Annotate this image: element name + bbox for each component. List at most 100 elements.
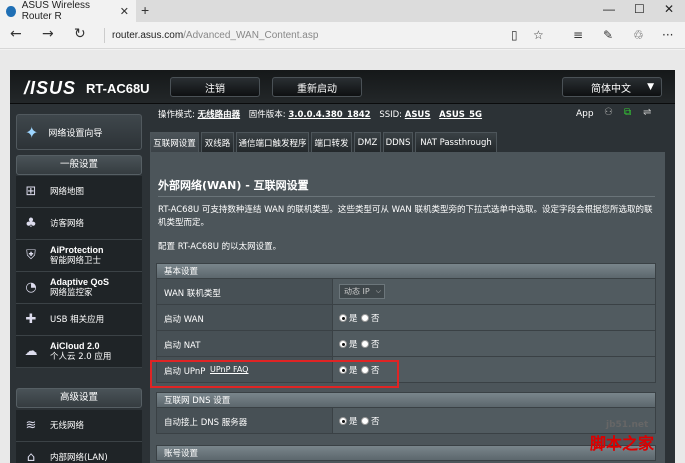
title-divider [158,196,655,197]
maximize-icon[interactable]: ☐ [634,2,645,16]
hub-menu-icon[interactable]: ≡ [573,28,583,42]
minimize-icon[interactable]: — [603,2,615,16]
forward-icon[interactable]: → [42,26,54,42]
usb-icon: ✚ [25,312,37,327]
status-line: 操作模式: 无线路由器 固件版本: 3.0.0.4.380_1842 SSID:… [158,110,483,120]
url-field[interactable]: router.asus.com/Advanced_WAN_Content.asp [112,30,318,41]
new-tab-button[interactable]: + [141,2,149,18]
aiprotection-icon: ⛨ [26,248,36,263]
browser-tab[interactable]: ASUS Wireless Router R ✕ [0,0,136,22]
auto-dns-yes-radio[interactable]: 是 [339,415,358,427]
operation-mode-link[interactable]: 无线路由器 [198,110,241,120]
table-row: 启动 WAN 是 否 [156,305,656,331]
basic-settings-header: 基本设置 [156,263,656,279]
guest-network-icon: ♣ [25,216,37,231]
favorite-star-icon[interactable]: ☆ [533,28,544,42]
tab-close-icon[interactable]: ✕ [120,5,129,18]
model-name: RT-AC68U [86,81,150,96]
url-path: /Advanced_WAN_Content.asp [183,30,319,41]
wireless-icon: ≋ [25,418,37,433]
auto-dns-no-radio[interactable]: 否 [361,415,380,427]
menu-item-label: Adaptive QoS 网络监控家 [50,277,110,298]
table-row: 自动接上 DNS 服务器 是 否 [156,408,656,434]
more-icon[interactable]: ··· [662,28,673,42]
app-link[interactable]: App [576,109,594,119]
back-icon[interactable]: ← [10,26,22,42]
menu-item-label: 访客网络 [50,218,85,229]
qos-icon: ◔ [25,280,37,295]
chevron-down-icon: ▼ [647,82,654,92]
menu-item-lan[interactable]: ⌂ 内部网络(LAN) [16,442,142,463]
refresh-icon[interactable]: ↻ [74,26,86,42]
nat-enable-no-radio[interactable]: 否 [361,338,380,350]
wan-enable-no-radio[interactable]: 否 [361,312,380,324]
copy-status-icon[interactable]: ⧉ [624,107,631,118]
browser-tab-bar: ASUS Wireless Router R ✕ + — ☐ ✕ [0,0,685,22]
router-page: /ISUS RT-AC68U 注销 重新启动 简体中文 ▼ ✦ 网络设置向导 一… [0,50,685,463]
page-description: RT-AC68U 可支持数种连结 WAN 的联机类型。这些类型可从 WAN 联机… [158,205,653,228]
menu-item-usb[interactable]: ✚ USB 相关应用 [16,304,142,336]
web-note-icon[interactable]: ✎ [603,28,613,42]
watermark: jb51.net 脚本之家 [590,420,655,453]
advanced-settings-header: 高级设置 [16,388,142,408]
magic-wand-icon: ✦ [25,122,39,142]
tab-port-forward[interactable]: 端口转发 [311,132,352,152]
tab-internet[interactable]: 互联网设置 [150,132,199,152]
language-label: 简体中文 [591,83,631,95]
menu-item-aiprotection[interactable]: ⛨ AiProtection 智能网络卫士 [16,240,142,272]
menu-item-label: USB 相关应用 [50,314,105,325]
wan-enable-yes-radio[interactable]: 是 [339,312,358,324]
clients-icon[interactable]: ⚇ [604,107,613,118]
cloud-icon: ☁ [24,344,38,359]
menu-item-label: 内部网络(LAN) [50,452,108,463]
window-close-icon[interactable]: ✕ [664,2,674,16]
url-host: router.asus.com [112,30,184,41]
menu-item-guest-network[interactable]: ♣ 访客网络 [16,208,142,240]
menu-item-label: 网络地图 [50,186,85,197]
general-settings-header: 一般设置 [16,155,142,175]
page-title: 外部网络(WAN) - 互联网设置 [158,179,309,192]
lan-icon: ⌂ [26,450,36,463]
menu-item-aicloud[interactable]: ☁ AiCloud 2.0 个人云 2.0 应用 [16,336,142,368]
router-frame: /ISUS RT-AC68U 注销 重新启动 简体中文 ▼ ✦ 网络设置向导 一… [10,70,675,463]
tab-ddns[interactable]: DDNS [383,132,413,152]
reading-view-icon[interactable]: ▯ [511,28,518,42]
chevron-down-icon: ⌵ [375,287,381,295]
menu-item-label: 无线网络 [50,420,85,431]
usb-status-icon[interactable]: ⇌ [643,107,651,118]
configure-text: 配置 RT-AC68U 的以太网设置。 [158,242,282,252]
menu-item-wireless[interactable]: ≋ 无线网络 [16,410,142,442]
nat-enable-yes-radio[interactable]: 是 [339,338,358,350]
firmware-link[interactable]: 3.0.0.4.380_1842 [288,110,370,120]
reboot-button[interactable]: 重新启动 [272,77,362,97]
site-favicon-icon [6,5,16,17]
menu-item-network-map[interactable]: ⊞ 网络地图 [16,176,142,208]
tab-port-trigger[interactable]: 通信端口触发程序 [236,132,309,152]
advanced-menu: ≋ 无线网络 ⌂ 内部网络(LAN) [16,410,142,463]
logout-button[interactable]: 注销 [170,77,260,97]
network-map-icon: ⊞ [25,184,37,199]
dns-settings-header: 互联网 DNS 设置 [156,392,656,408]
asus-logo: /ISUS [24,78,77,98]
language-select[interactable]: 简体中文 ▼ [562,77,662,97]
tab-title: ASUS Wireless Router R [21,0,91,22]
table-row: WAN 联机类型 动态 IP ⌵ [156,279,656,305]
tab-dual-wan[interactable]: 双线路 [201,132,234,152]
menu-item-label: AiCloud 2.0 个人云 2.0 应用 [50,341,112,362]
tab-nat-passthrough[interactable]: NAT Passthrough [415,132,497,152]
general-menu: ⊞ 网络地图 ♣ 访客网络 ⛨ AiProtection 智能网络卫士 ◔ Ada… [16,176,142,368]
wan-type-select[interactable]: 动态 IP ⌵ [339,284,385,299]
ssid-link-1[interactable]: ASUS [405,110,431,120]
tab-dmz[interactable]: DMZ [354,132,381,152]
highlight-box [150,360,399,388]
account-settings-header: 账号设置 [156,445,656,461]
ssid-link-2[interactable]: ASUS_5G [439,110,482,120]
quick-setup-button[interactable]: ✦ 网络设置向导 [16,114,142,150]
quick-setup-label: 网络设置向导 [48,128,103,139]
menu-item-adaptive-qos[interactable]: ◔ Adaptive QoS 网络监控家 [16,272,142,304]
address-bar: ← → ↻ router.asus.com/Advanced_WAN_Conte… [0,22,685,49]
account-settings-table: 账号设置 [156,445,656,461]
share-icon[interactable]: ♲ [633,28,644,42]
wan-settings-panel: 外部网络(WAN) - 互联网设置 RT-AC68U 可支持数种连结 WAN 的… [150,152,665,463]
dns-settings-table: 互联网 DNS 设置 自动接上 DNS 服务器 是 否 [156,392,656,434]
